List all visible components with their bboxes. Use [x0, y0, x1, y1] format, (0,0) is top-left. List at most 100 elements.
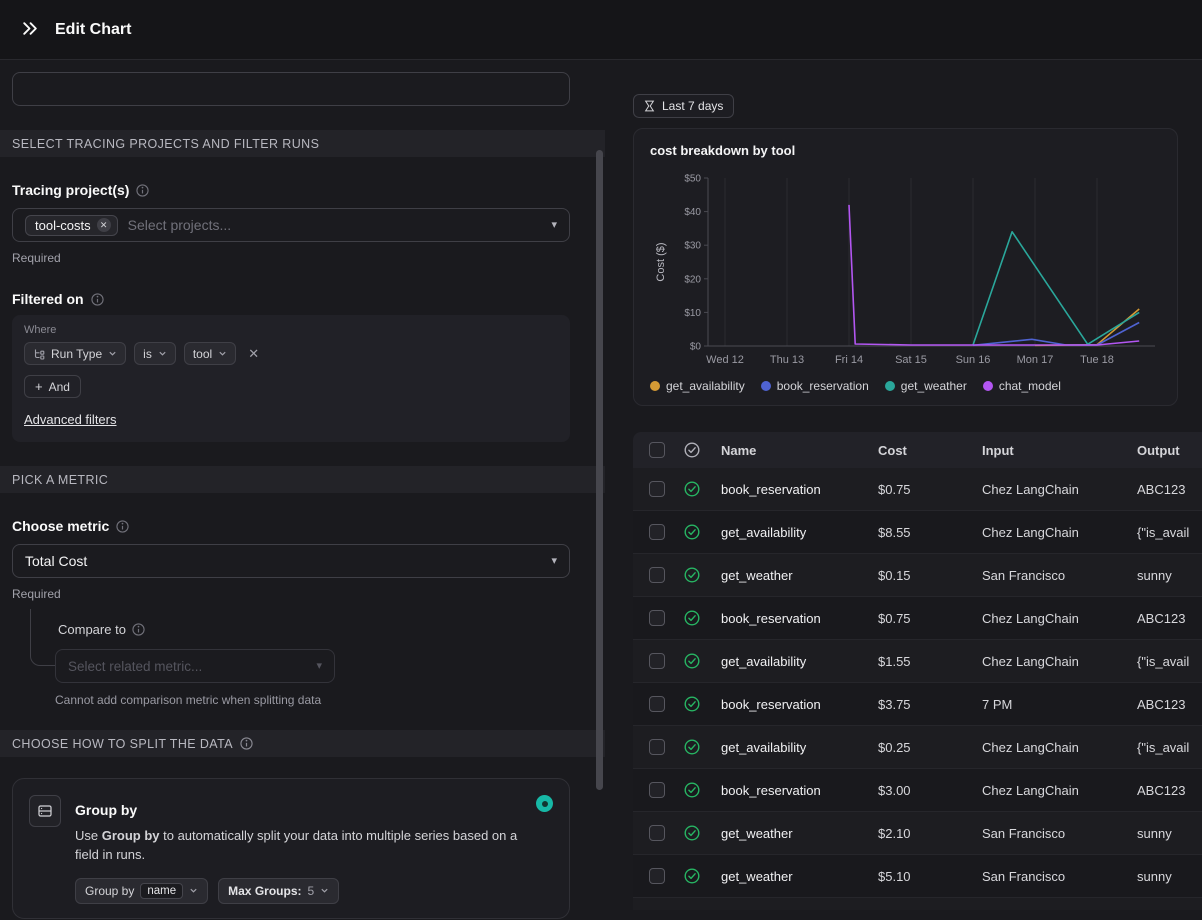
- legend-item[interactable]: get_availability: [650, 379, 745, 393]
- legend-label: get_weather: [901, 379, 967, 393]
- run-cost: $3.00: [878, 783, 982, 798]
- run-name: book_reservation: [721, 611, 878, 626]
- legend-color-dot: [650, 381, 660, 391]
- legend-color-dot: [983, 381, 993, 391]
- group-by-card[interactable]: Group by Use Group by to automatically s…: [12, 778, 570, 919]
- row-checkbox[interactable]: [649, 567, 665, 583]
- chart-preview-panel: Last 7 days cost breakdown by tool Wed 1…: [605, 60, 1202, 920]
- success-status-icon: [683, 652, 721, 670]
- info-icon[interactable]: [136, 184, 149, 197]
- table-row[interactable]: get_availability$8.55Chez LangChain{"is_…: [633, 511, 1202, 554]
- info-icon[interactable]: [116, 520, 129, 533]
- chevron-down-icon: [320, 886, 329, 895]
- info-icon[interactable]: [91, 293, 104, 306]
- run-output: sunny: [1137, 568, 1202, 583]
- run-input: Chez LangChain: [982, 740, 1137, 755]
- required-hint: Required: [12, 587, 605, 601]
- legend-item[interactable]: chat_model: [983, 379, 1061, 393]
- table-row[interactable]: get_weather$0.15San Franciscosunny: [633, 554, 1202, 597]
- info-icon[interactable]: [240, 737, 253, 750]
- max-groups-select[interactable]: Max Groups: 5: [218, 878, 339, 904]
- filter-operator-select[interactable]: is: [134, 342, 176, 365]
- column-header-cost[interactable]: Cost: [878, 443, 982, 458]
- run-input: Chez LangChain: [982, 525, 1137, 540]
- success-status-icon: [683, 609, 721, 627]
- run-name: book_reservation: [721, 697, 878, 712]
- run-input: Chez LangChain: [982, 654, 1137, 669]
- run-name: book_reservation: [721, 783, 878, 798]
- row-checkbox[interactable]: [649, 825, 665, 841]
- run-input: Chez LangChain: [982, 783, 1137, 798]
- column-header-name[interactable]: Name: [721, 443, 878, 458]
- metric-select[interactable]: Total Cost ▾: [12, 544, 570, 578]
- svg-text:Thu 13: Thu 13: [770, 354, 804, 366]
- chart-config-panel: SELECT TRACING PROJECTS AND FILTER RUNS …: [0, 60, 605, 920]
- collapse-panel-button[interactable]: [20, 19, 39, 41]
- group-by-radio-selected[interactable]: [536, 795, 553, 812]
- select-all-checkbox[interactable]: [649, 442, 665, 458]
- chevron-down-icon: ▾: [316, 661, 322, 672]
- run-name: get_weather: [721, 826, 878, 841]
- table-row[interactable]: get_availability$0.25Chez LangChain{"is_…: [633, 726, 1202, 769]
- column-header-input[interactable]: Input: [982, 443, 1137, 458]
- run-input: 7 PM: [982, 697, 1137, 712]
- row-checkbox[interactable]: [649, 868, 665, 884]
- row-checkbox[interactable]: [649, 653, 665, 669]
- row-checkbox[interactable]: [649, 481, 665, 497]
- filter-field-select[interactable]: Run Type: [24, 342, 126, 365]
- run-name: get_availability: [721, 740, 878, 755]
- run-output: {"is_avail: [1137, 654, 1202, 669]
- svg-text:$20: $20: [684, 274, 701, 285]
- filtered-on-label: Filtered on: [12, 291, 84, 307]
- chart-title-input[interactable]: [12, 72, 570, 106]
- filter-value-select[interactable]: tool: [184, 342, 236, 365]
- success-status-icon: [683, 781, 721, 799]
- project-chip[interactable]: tool-costs ✕: [25, 215, 118, 236]
- svg-text:$40: $40: [684, 207, 701, 218]
- group-by-title: Group by: [75, 795, 523, 818]
- run-input: San Francisco: [982, 826, 1137, 841]
- chart-card: cost breakdown by tool Wed 12Thu 13Fri 1…: [633, 128, 1178, 406]
- left-panel-scrollbar[interactable]: [596, 150, 603, 790]
- success-status-icon: [683, 867, 721, 885]
- run-output: ABC123: [1137, 482, 1202, 497]
- projects-placeholder: Select projects...: [128, 217, 232, 233]
- table-row[interactable]: book_reservation$3.757 PMABC123: [633, 683, 1202, 726]
- compare-disabled-note: Cannot add comparison metric when splitt…: [55, 693, 321, 707]
- column-header-output[interactable]: Output: [1137, 443, 1202, 458]
- remove-project-icon[interactable]: ✕: [97, 218, 111, 232]
- required-hint: Required: [12, 251, 605, 265]
- row-checkbox[interactable]: [649, 739, 665, 755]
- legend-item[interactable]: book_reservation: [761, 379, 869, 393]
- row-checkbox[interactable]: [649, 524, 665, 540]
- run-output: ABC123: [1137, 783, 1202, 798]
- svg-text:$10: $10: [684, 308, 701, 319]
- table-row[interactable]: book_reservation$0.75Chez LangChainABC12…: [633, 597, 1202, 640]
- time-range-button[interactable]: Last 7 days: [633, 94, 734, 118]
- group-by-field-select[interactable]: Group by name: [75, 878, 208, 904]
- table-row[interactable]: book_reservation$3.00Chez LangChainABC12…: [633, 769, 1202, 812]
- section-header-split: CHOOSE HOW TO SPLIT THE DATA: [0, 730, 605, 757]
- remove-filter-button[interactable]: ✕: [244, 344, 263, 364]
- run-cost: $0.75: [878, 611, 982, 626]
- table-row[interactable]: get_weather$2.10San Franciscosunny: [633, 812, 1202, 855]
- table-row[interactable]: get_availability$1.55Chez LangChain{"is_…: [633, 640, 1202, 683]
- table-row[interactable]: book_reservation$0.75Chez LangChainABC12…: [633, 468, 1202, 511]
- info-icon[interactable]: [132, 623, 145, 636]
- svg-text:$0: $0: [690, 342, 702, 353]
- run-cost: $5.10: [878, 869, 982, 884]
- advanced-filters-link[interactable]: Advanced filters: [24, 412, 117, 427]
- row-checkbox[interactable]: [649, 782, 665, 798]
- compare-to-section: Compare to Select related metric... ▾ Ca…: [0, 609, 605, 708]
- section-header-metric: PICK A METRIC: [0, 466, 605, 493]
- add-and-condition-button[interactable]: + And: [24, 375, 81, 398]
- legend-item[interactable]: get_weather: [885, 379, 967, 393]
- run-cost: $0.15: [878, 568, 982, 583]
- row-checkbox[interactable]: [649, 610, 665, 626]
- projects-select[interactable]: tool-costs ✕ Select projects... ▾: [12, 208, 570, 242]
- cost-line-chart: Wed 12Thu 13Fri 14Sat 15Sun 16Mon 17Tue …: [650, 166, 1163, 372]
- row-checkbox[interactable]: [649, 696, 665, 712]
- run-input: San Francisco: [982, 869, 1137, 884]
- run-name: get_weather: [721, 568, 878, 583]
- table-row[interactable]: get_weather$5.10San Franciscosunny: [633, 855, 1202, 898]
